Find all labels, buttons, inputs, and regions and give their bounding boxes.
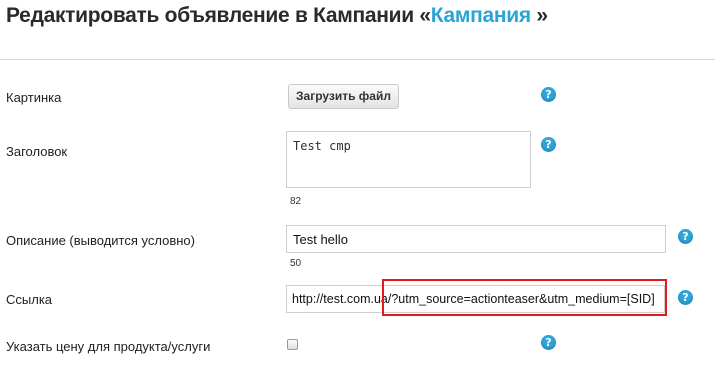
price-checkbox[interactable] [287, 339, 298, 350]
title-suffix: » [530, 4, 548, 27]
image-label: Картинка [6, 90, 62, 105]
heading-textarea[interactable]: Test cmp [286, 131, 531, 188]
upload-file-button[interactable]: Загрузить файл [288, 84, 399, 109]
heading-char-counter: 82 [290, 196, 302, 207]
help-icon[interactable]: ? [541, 137, 556, 152]
price-label: Указать цену для продукта/услуги [6, 339, 211, 354]
help-icon[interactable]: ? [678, 229, 693, 244]
campaign-link[interactable]: Кампания [431, 4, 531, 27]
description-label: Описание (выводится условно) [6, 233, 195, 248]
description-char-counter: 50 [290, 258, 302, 269]
page-title: Редактировать объявление в Кампании «Кам… [6, 4, 548, 28]
help-icon[interactable]: ? [678, 290, 693, 305]
link-input[interactable] [286, 285, 665, 313]
title-prefix: Редактировать объявление в Кампании « [6, 4, 431, 27]
help-icon[interactable]: ? [541, 87, 556, 102]
description-input[interactable] [286, 225, 666, 253]
header-divider [0, 59, 715, 60]
link-label: Ссылка [6, 292, 53, 307]
heading-label: Заголовок [6, 144, 68, 159]
help-icon[interactable]: ? [541, 335, 556, 350]
